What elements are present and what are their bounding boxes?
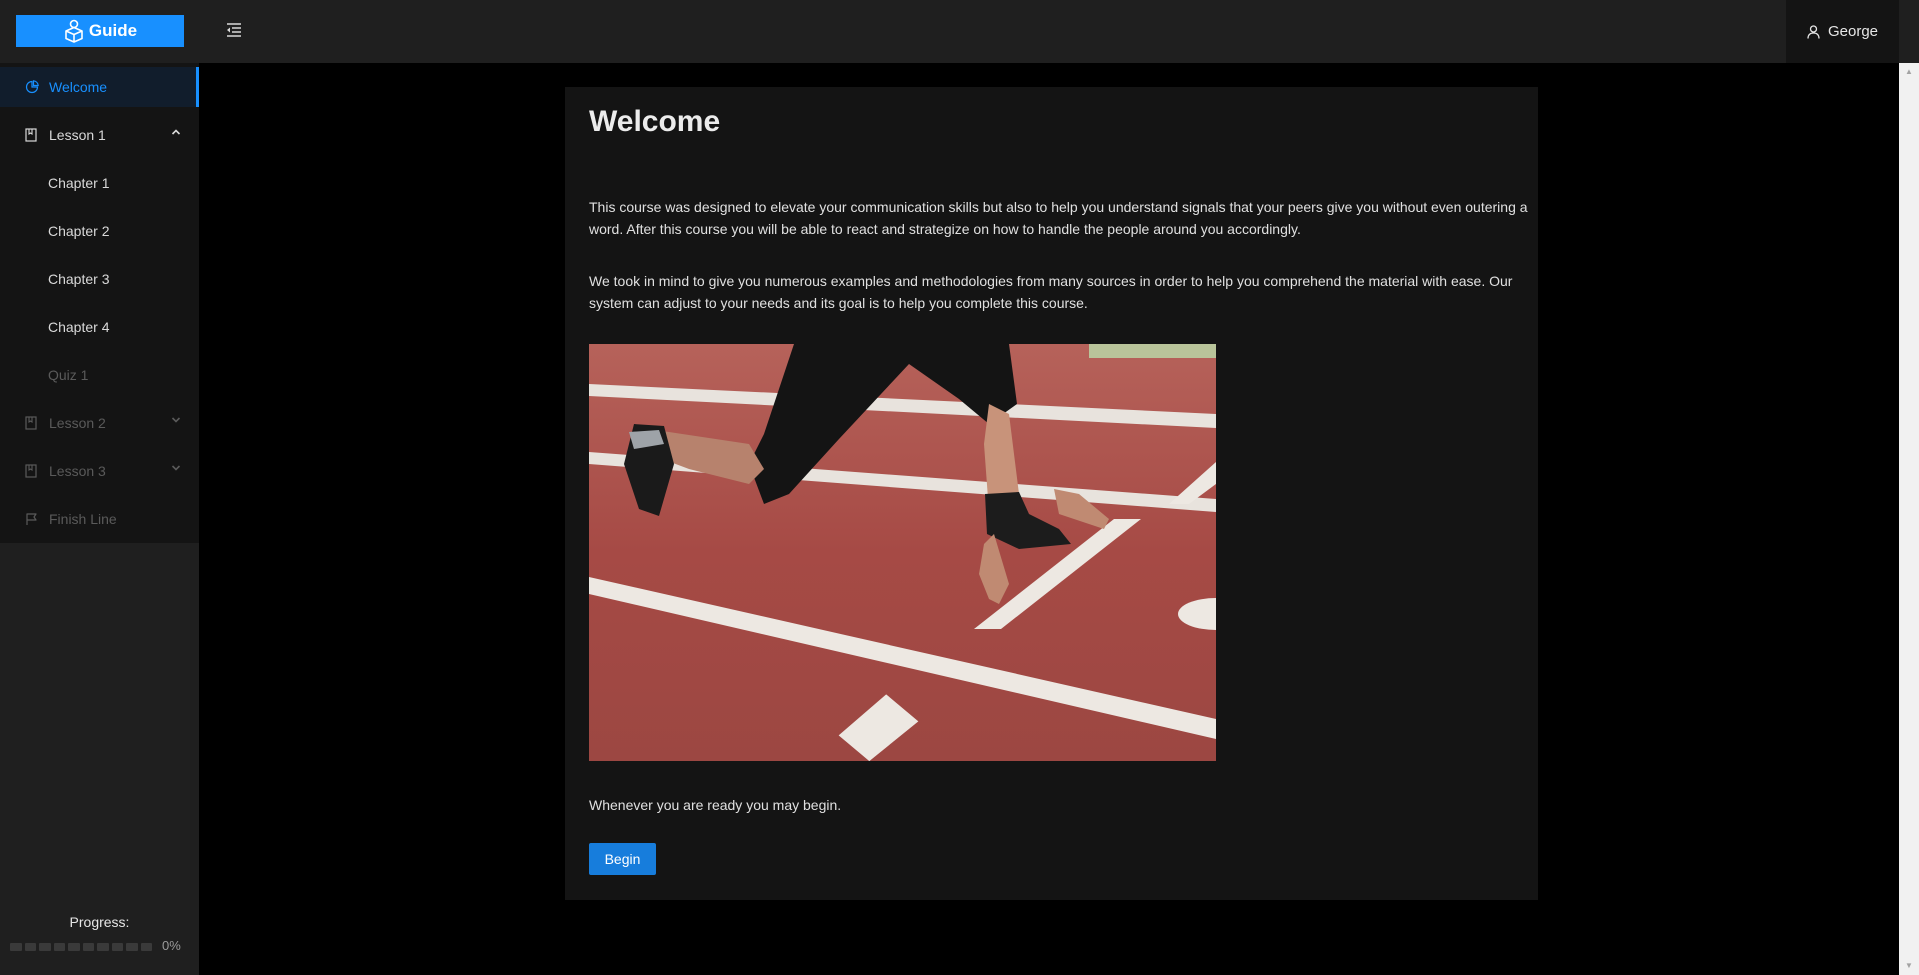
sidebar-item-lesson-2[interactable]: Lesson 2 bbox=[0, 403, 199, 443]
sidebar-item-label: Chapter 1 bbox=[48, 175, 110, 191]
book-icon bbox=[25, 464, 39, 478]
cube-person-icon bbox=[65, 19, 83, 43]
sidebar-item-chapter-2[interactable]: Chapter 2 bbox=[0, 211, 199, 251]
sidebar-item-label: Quiz 1 bbox=[48, 367, 89, 383]
menu-fold-icon bbox=[227, 23, 241, 37]
sidebar-item-label: Finish Line bbox=[49, 511, 117, 527]
sidebar-item-label: Chapter 4 bbox=[48, 319, 110, 335]
top-bar: Guide George bbox=[0, 0, 1919, 63]
sidebar-item-finish-line[interactable]: Finish Line bbox=[0, 499, 199, 539]
user-icon bbox=[1807, 24, 1820, 39]
sidebar-item-chapter-3[interactable]: Chapter 3 bbox=[0, 259, 199, 299]
book-icon bbox=[25, 128, 39, 142]
progress-label: Progress: bbox=[69, 914, 130, 930]
runner-starting-position-photo bbox=[589, 344, 1216, 761]
method-paragraph: We took in mind to give you numerous exa… bbox=[589, 273, 1513, 311]
sidebar-item-label: Lesson 3 bbox=[49, 463, 106, 479]
sidebar-item-label: Welcome bbox=[49, 79, 108, 95]
chevron-down-icon bbox=[171, 465, 181, 471]
sidebar-item-label: Chapter 3 bbox=[48, 271, 110, 287]
sidebar-item-label: Chapter 2 bbox=[48, 223, 110, 239]
chevron-up-icon bbox=[171, 129, 181, 135]
sidebar-menu: Welcome Lesson 1 Chapter 1 Chapter 2 Cha… bbox=[0, 63, 199, 543]
scroll-up-icon[interactable]: ▲ bbox=[1905, 68, 1913, 76]
sidebar: Welcome Lesson 1 Chapter 1 Chapter 2 Cha… bbox=[0, 63, 199, 975]
sidebar-item-chapter-4[interactable]: Chapter 4 bbox=[0, 307, 199, 347]
menu-toggle-button[interactable] bbox=[222, 18, 246, 42]
intro-paragraph: This course was designed to elevate your… bbox=[589, 199, 1528, 237]
logo[interactable]: Guide bbox=[16, 15, 184, 47]
user-menu[interactable]: George bbox=[1786, 0, 1899, 63]
book-icon bbox=[25, 416, 39, 430]
sidebar-item-lesson-1[interactable]: Lesson 1 bbox=[0, 115, 199, 155]
user-name: George bbox=[1827, 23, 1879, 40]
pie-icon bbox=[25, 80, 39, 94]
sidebar-item-label: Lesson 2 bbox=[49, 415, 106, 431]
sidebar-item-chapter-1[interactable]: Chapter 1 bbox=[0, 163, 199, 203]
begin-button[interactable]: Begin bbox=[589, 843, 656, 875]
ready-paragraph: Whenever you are ready you may begin. bbox=[589, 797, 842, 813]
sidebar-item-lesson-3[interactable]: Lesson 3 bbox=[0, 451, 199, 491]
sidebar-item-label: Lesson 1 bbox=[49, 127, 106, 143]
flag-icon bbox=[25, 512, 39, 526]
chevron-down-icon bbox=[171, 417, 181, 423]
welcome-card: Welcome This course was designed to elev… bbox=[565, 87, 1538, 900]
sidebar-item-welcome[interactable]: Welcome bbox=[0, 67, 199, 107]
page-title: Welcome bbox=[589, 105, 721, 138]
scroll-down-icon[interactable]: ▼ bbox=[1905, 962, 1913, 970]
page-scrollbar[interactable]: ▲ ▼ bbox=[1899, 63, 1919, 975]
progress-bar bbox=[10, 943, 152, 951]
sidebar-item-quiz-1[interactable]: Quiz 1 bbox=[0, 355, 199, 395]
progress-value: 0% bbox=[162, 938, 181, 953]
logo-text: Guide bbox=[88, 21, 138, 40]
